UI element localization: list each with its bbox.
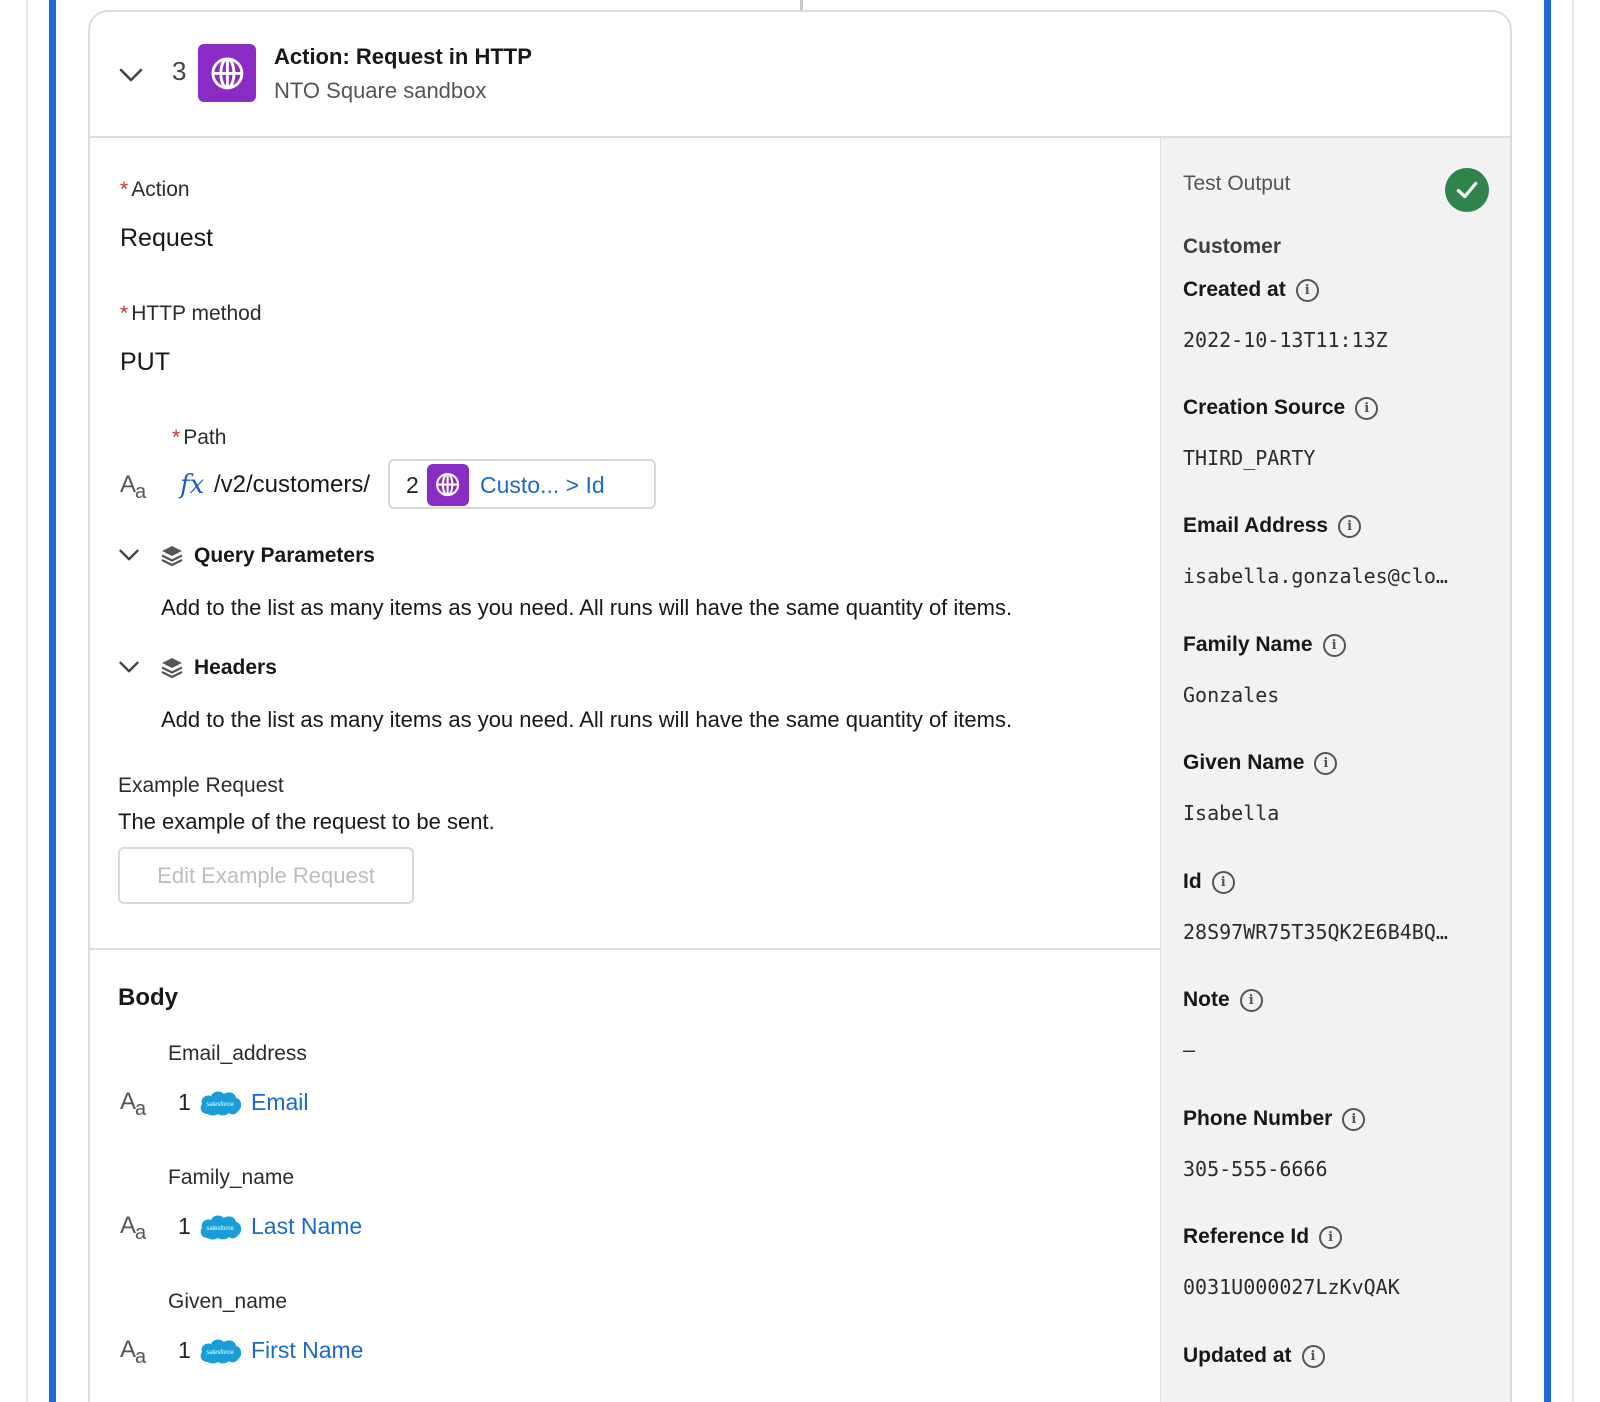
config-panel: * Action Request * HTTP method PUT * Path A… bbox=[90, 138, 1160, 1402]
success-check-icon bbox=[1445, 168, 1489, 212]
output-field-value: Gonzales bbox=[1183, 683, 1280, 707]
body-field-label: Email_address bbox=[168, 1042, 307, 1065]
salesforce-cloud-icon: salesforce bbox=[198, 1212, 242, 1242]
body-field-step-number: 1 bbox=[178, 1213, 191, 1239]
query-parameters-description: Add to the list as many items as you nee… bbox=[161, 595, 1013, 620]
globe-icon bbox=[427, 464, 469, 506]
output-field-value: Isabella bbox=[1183, 801, 1280, 825]
output-field-key: Reference Id i bbox=[1183, 1225, 1343, 1249]
step-connection: NTO Square sandbox bbox=[274, 78, 487, 103]
info-icon[interactable]: i bbox=[1338, 514, 1362, 538]
headers-description: Add to the list as many items as you nee… bbox=[161, 707, 1013, 732]
output-field-key: Email Address i bbox=[1183, 514, 1362, 538]
action-label: * Action bbox=[120, 178, 190, 201]
example-request-label: Example Request bbox=[118, 774, 284, 797]
svg-text:salesforce: salesforce bbox=[206, 1102, 234, 1108]
chevron-down-icon[interactable] bbox=[118, 656, 140, 678]
http-method-value[interactable]: PUT bbox=[120, 348, 170, 377]
info-icon[interactable]: i bbox=[1322, 633, 1346, 657]
globe-icon bbox=[198, 44, 256, 102]
svg-text:salesforce: salesforce bbox=[206, 1226, 234, 1232]
info-icon[interactable]: i bbox=[1319, 1225, 1343, 1249]
edit-example-request-button[interactable]: Edit Example Request bbox=[118, 847, 414, 904]
page-edge-right bbox=[1572, 0, 1574, 1402]
output-field-key: Given Name i bbox=[1183, 751, 1338, 775]
body-field-step-number: 1 bbox=[178, 1337, 191, 1363]
headers-title[interactable]: Headers bbox=[194, 656, 277, 680]
output-field-key: Phone Number i bbox=[1183, 1107, 1366, 1131]
info-icon[interactable]: i bbox=[1342, 1107, 1366, 1131]
output-field-value: 28S97WR75T35QK2E6B4BQ… bbox=[1183, 920, 1448, 944]
info-icon[interactable]: i bbox=[1295, 278, 1319, 302]
path-token[interactable]: 2 Custo... > Id bbox=[388, 459, 656, 509]
selection-border-right bbox=[1544, 0, 1551, 1402]
body-field-label: Family_name bbox=[168, 1166, 295, 1189]
body-field-label: Given_name bbox=[168, 1290, 288, 1313]
output-field-key: Family Name i bbox=[1183, 633, 1346, 657]
selection-border-left bbox=[49, 0, 56, 1402]
step-card: 3 Action: Request in HTTP NTO Square san… bbox=[88, 10, 1512, 1402]
path-label: * Path bbox=[172, 426, 227, 449]
output-field-value: 0031U000027LzKvQAK bbox=[1183, 1275, 1400, 1299]
page-edge-left bbox=[26, 0, 28, 1402]
layers-icon bbox=[160, 656, 184, 680]
output-field-value: 2022-10-13T11:13Z bbox=[1183, 328, 1388, 352]
http-method-label: * HTTP method bbox=[120, 302, 262, 325]
body-field-value-link[interactable]: Email bbox=[251, 1089, 309, 1116]
action-value[interactable]: Request bbox=[120, 224, 213, 253]
step-number: 3 bbox=[172, 56, 187, 86]
output-field-value: – bbox=[1183, 1038, 1196, 1062]
body-field-value-link[interactable]: First Name bbox=[251, 1337, 363, 1364]
output-field-key: Creation Source i bbox=[1183, 396, 1379, 420]
output-field-key: Created at i bbox=[1183, 278, 1319, 302]
token-step-number: 2 bbox=[406, 472, 419, 498]
step-header[interactable]: 3 Action: Request in HTTP NTO Square san… bbox=[90, 12, 1510, 138]
layers-icon bbox=[160, 544, 184, 568]
example-request-description: The example of the request to be sent. bbox=[118, 809, 495, 834]
flow-connector bbox=[800, 0, 803, 10]
chevron-down-icon[interactable] bbox=[118, 544, 140, 566]
output-field-value: isabella.gonzales@clo… bbox=[1183, 564, 1448, 588]
text-type-icon: Aa bbox=[120, 1336, 146, 1368]
path-input[interactable]: /v2/customers/ bbox=[214, 471, 370, 499]
info-icon[interactable]: i bbox=[1211, 870, 1235, 894]
output-field-key: Id i bbox=[1183, 870, 1235, 894]
text-type-icon: Aa bbox=[120, 1088, 146, 1120]
info-icon[interactable]: i bbox=[1239, 988, 1263, 1012]
output-field-value: THIRD_PARTY bbox=[1183, 446, 1316, 470]
body-field-value-link[interactable]: Last Name bbox=[251, 1213, 362, 1240]
info-icon[interactable]: i bbox=[1314, 751, 1338, 775]
test-output-title: Test Output bbox=[1183, 172, 1291, 195]
salesforce-cloud-icon: salesforce bbox=[198, 1336, 242, 1366]
output-field-key: Note i bbox=[1183, 988, 1263, 1012]
svg-text:salesforce: salesforce bbox=[206, 1350, 234, 1356]
text-type-icon: Aa bbox=[120, 471, 146, 503]
test-output-panel: Test Output Customer Created at i 2022-10… bbox=[1160, 138, 1510, 1402]
info-icon[interactable]: i bbox=[1355, 396, 1379, 420]
body-title: Body bbox=[118, 984, 178, 1011]
formula-icon[interactable]: fx bbox=[180, 470, 204, 500]
token-reference[interactable]: Custo... > Id bbox=[480, 472, 605, 499]
salesforce-cloud-icon: salesforce bbox=[198, 1088, 242, 1118]
query-parameters-title[interactable]: Query Parameters bbox=[194, 544, 375, 568]
text-type-icon: Aa bbox=[120, 1212, 146, 1244]
output-object-name: Customer bbox=[1183, 235, 1282, 258]
section-divider bbox=[90, 948, 1160, 950]
output-field-key: Updated at i bbox=[1183, 1344, 1325, 1368]
step-title: Action: Request in HTTP bbox=[274, 44, 532, 69]
body-field-step-number: 1 bbox=[178, 1089, 191, 1115]
output-field-value: 305-555-6666 bbox=[1183, 1157, 1328, 1181]
info-icon[interactable]: i bbox=[1301, 1344, 1325, 1368]
chevron-down-icon[interactable] bbox=[118, 62, 144, 88]
